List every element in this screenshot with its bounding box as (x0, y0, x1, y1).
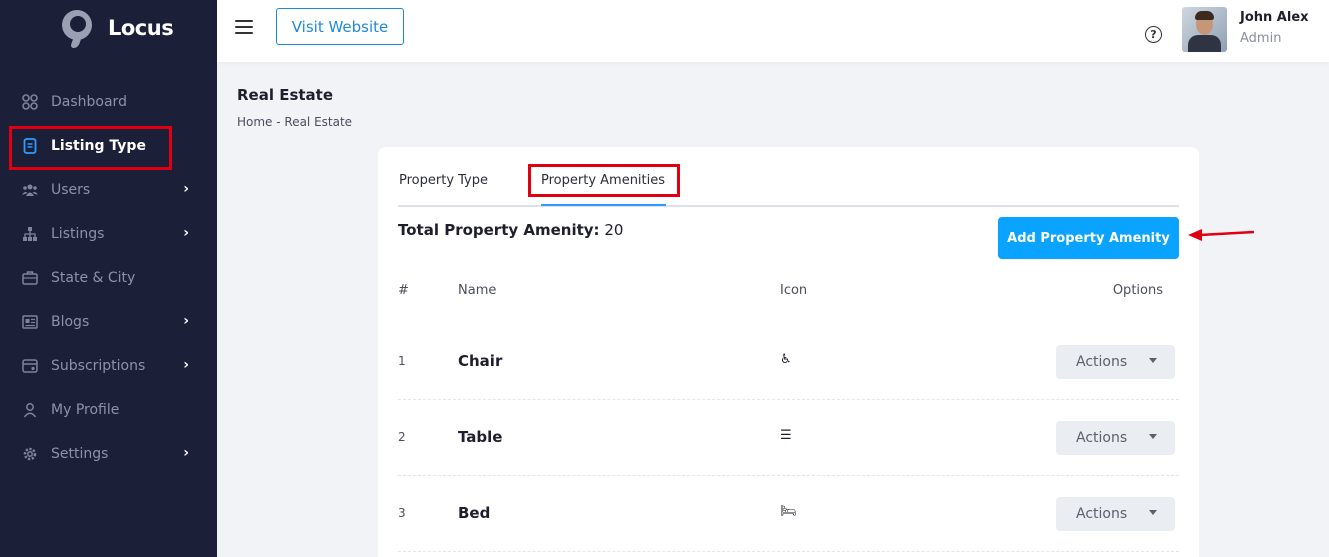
wheelchair-icon: ♿ (780, 352, 792, 367)
chevron-right-icon: › (183, 445, 189, 461)
document-icon (22, 138, 38, 154)
table-icon: ☰ (780, 428, 792, 443)
actions-label: Actions (1076, 354, 1128, 370)
sidebar-item-blogs[interactable]: Blogs › (0, 300, 217, 344)
sidebar-item-my-profile[interactable]: My Profile (0, 388, 217, 432)
sidebar-item-label: Listings (51, 226, 105, 242)
sidebar-item-label: Listing Type (51, 138, 146, 154)
column-header-name: Name (458, 283, 497, 298)
sidebar-item-listing-type[interactable]: Listing Type (0, 124, 217, 168)
column-header-number: # (398, 283, 409, 298)
gear-icon (22, 446, 38, 462)
sidebar-item-label: Users (51, 182, 91, 198)
tab-property-amenities[interactable]: Property Amenities (541, 173, 665, 188)
active-tab-indicator (541, 204, 666, 206)
actions-dropdown[interactable]: Actions (1056, 421, 1175, 455)
avatar[interactable] (1182, 7, 1227, 52)
user-name[interactable]: John Alex (1240, 10, 1309, 25)
caret-down-icon (1149, 510, 1157, 515)
sitemap-icon (22, 226, 38, 242)
bed-icon: 🛏 (780, 504, 797, 519)
page-title: Real Estate (237, 86, 334, 104)
table-row: 2 Table ☰ Actions (398, 400, 1179, 476)
sidebar-item-label: My Profile (51, 402, 120, 418)
row-name: Chair (458, 352, 503, 370)
tab-property-type[interactable]: Property Type (399, 173, 488, 188)
actions-dropdown[interactable]: Actions (1056, 497, 1175, 531)
briefcase-icon (22, 270, 38, 286)
actions-dropdown[interactable]: Actions (1056, 345, 1175, 379)
user-role: Admin (1240, 31, 1282, 46)
amenities-card: Property Type Property Amenities Total P… (378, 147, 1199, 557)
add-property-amenity-button[interactable]: Add Property Amenity (998, 217, 1179, 259)
sidebar-item-state-city[interactable]: State & City (0, 256, 217, 300)
row-name: Bed (458, 504, 491, 522)
row-number: 2 (398, 430, 406, 444)
users-icon (22, 182, 38, 198)
caret-down-icon (1149, 434, 1157, 439)
sidebar-item-listings[interactable]: Listings › (0, 212, 217, 256)
brand[interactable]: Locus (60, 8, 174, 48)
breadcrumb: Home - Real Estate (237, 115, 353, 129)
visit-website-button[interactable]: Visit Website (276, 8, 404, 45)
total-value: 20 (604, 221, 624, 239)
hamburger-menu-icon[interactable] (235, 20, 253, 34)
row-number: 1 (398, 354, 406, 368)
sidebar-item-label: State & City (51, 270, 136, 286)
total-label: Total Property Amenity: (398, 221, 600, 239)
tab-bar: Property Type Property Amenities (398, 147, 1179, 207)
card-icon (22, 358, 38, 374)
sidebar-nav: Dashboard Listing Type Users › Listings … (0, 80, 217, 476)
annotation-arrow-icon (1188, 229, 1255, 241)
chevron-right-icon: › (183, 225, 189, 241)
chevron-right-icon: › (183, 357, 189, 373)
person-icon (22, 402, 38, 418)
topbar: Visit Website ? John Alex Admin (217, 0, 1329, 62)
sidebar-item-label: Dashboard (51, 94, 127, 110)
sidebar-item-label: Blogs (51, 314, 90, 330)
actions-label: Actions (1076, 430, 1128, 446)
chevron-right-icon: › (183, 181, 189, 197)
row-name: Table (458, 428, 503, 446)
brand-name: Locus (108, 16, 174, 40)
chevron-right-icon: › (183, 313, 189, 329)
table-row: 3 Bed 🛏 Actions (398, 476, 1179, 552)
sidebar: Locus Dashboard Listing Type Users › Lis… (0, 0, 217, 557)
column-header-options: Options (1112, 283, 1163, 298)
help-icon[interactable]: ? (1145, 26, 1162, 43)
total-amenity-count: Total Property Amenity: 20 (398, 221, 623, 239)
column-header-icon: Icon (780, 283, 808, 298)
table-row: 1 Chair ♿ Actions (398, 324, 1179, 400)
row-number: 3 (398, 506, 406, 520)
sidebar-item-settings[interactable]: Settings › (0, 432, 217, 476)
newspaper-icon (22, 314, 38, 330)
actions-label: Actions (1076, 506, 1128, 522)
caret-down-icon (1149, 358, 1157, 363)
sidebar-item-label: Settings (51, 446, 109, 462)
grid-icon (22, 94, 38, 110)
sidebar-item-label: Subscriptions (51, 358, 146, 374)
table-header: # Name Icon Options (398, 283, 1179, 303)
sidebar-item-users[interactable]: Users › (0, 168, 217, 212)
locus-logo-icon (60, 8, 96, 48)
sidebar-item-dashboard[interactable]: Dashboard (0, 80, 217, 124)
sidebar-item-subscriptions[interactable]: Subscriptions › (0, 344, 217, 388)
